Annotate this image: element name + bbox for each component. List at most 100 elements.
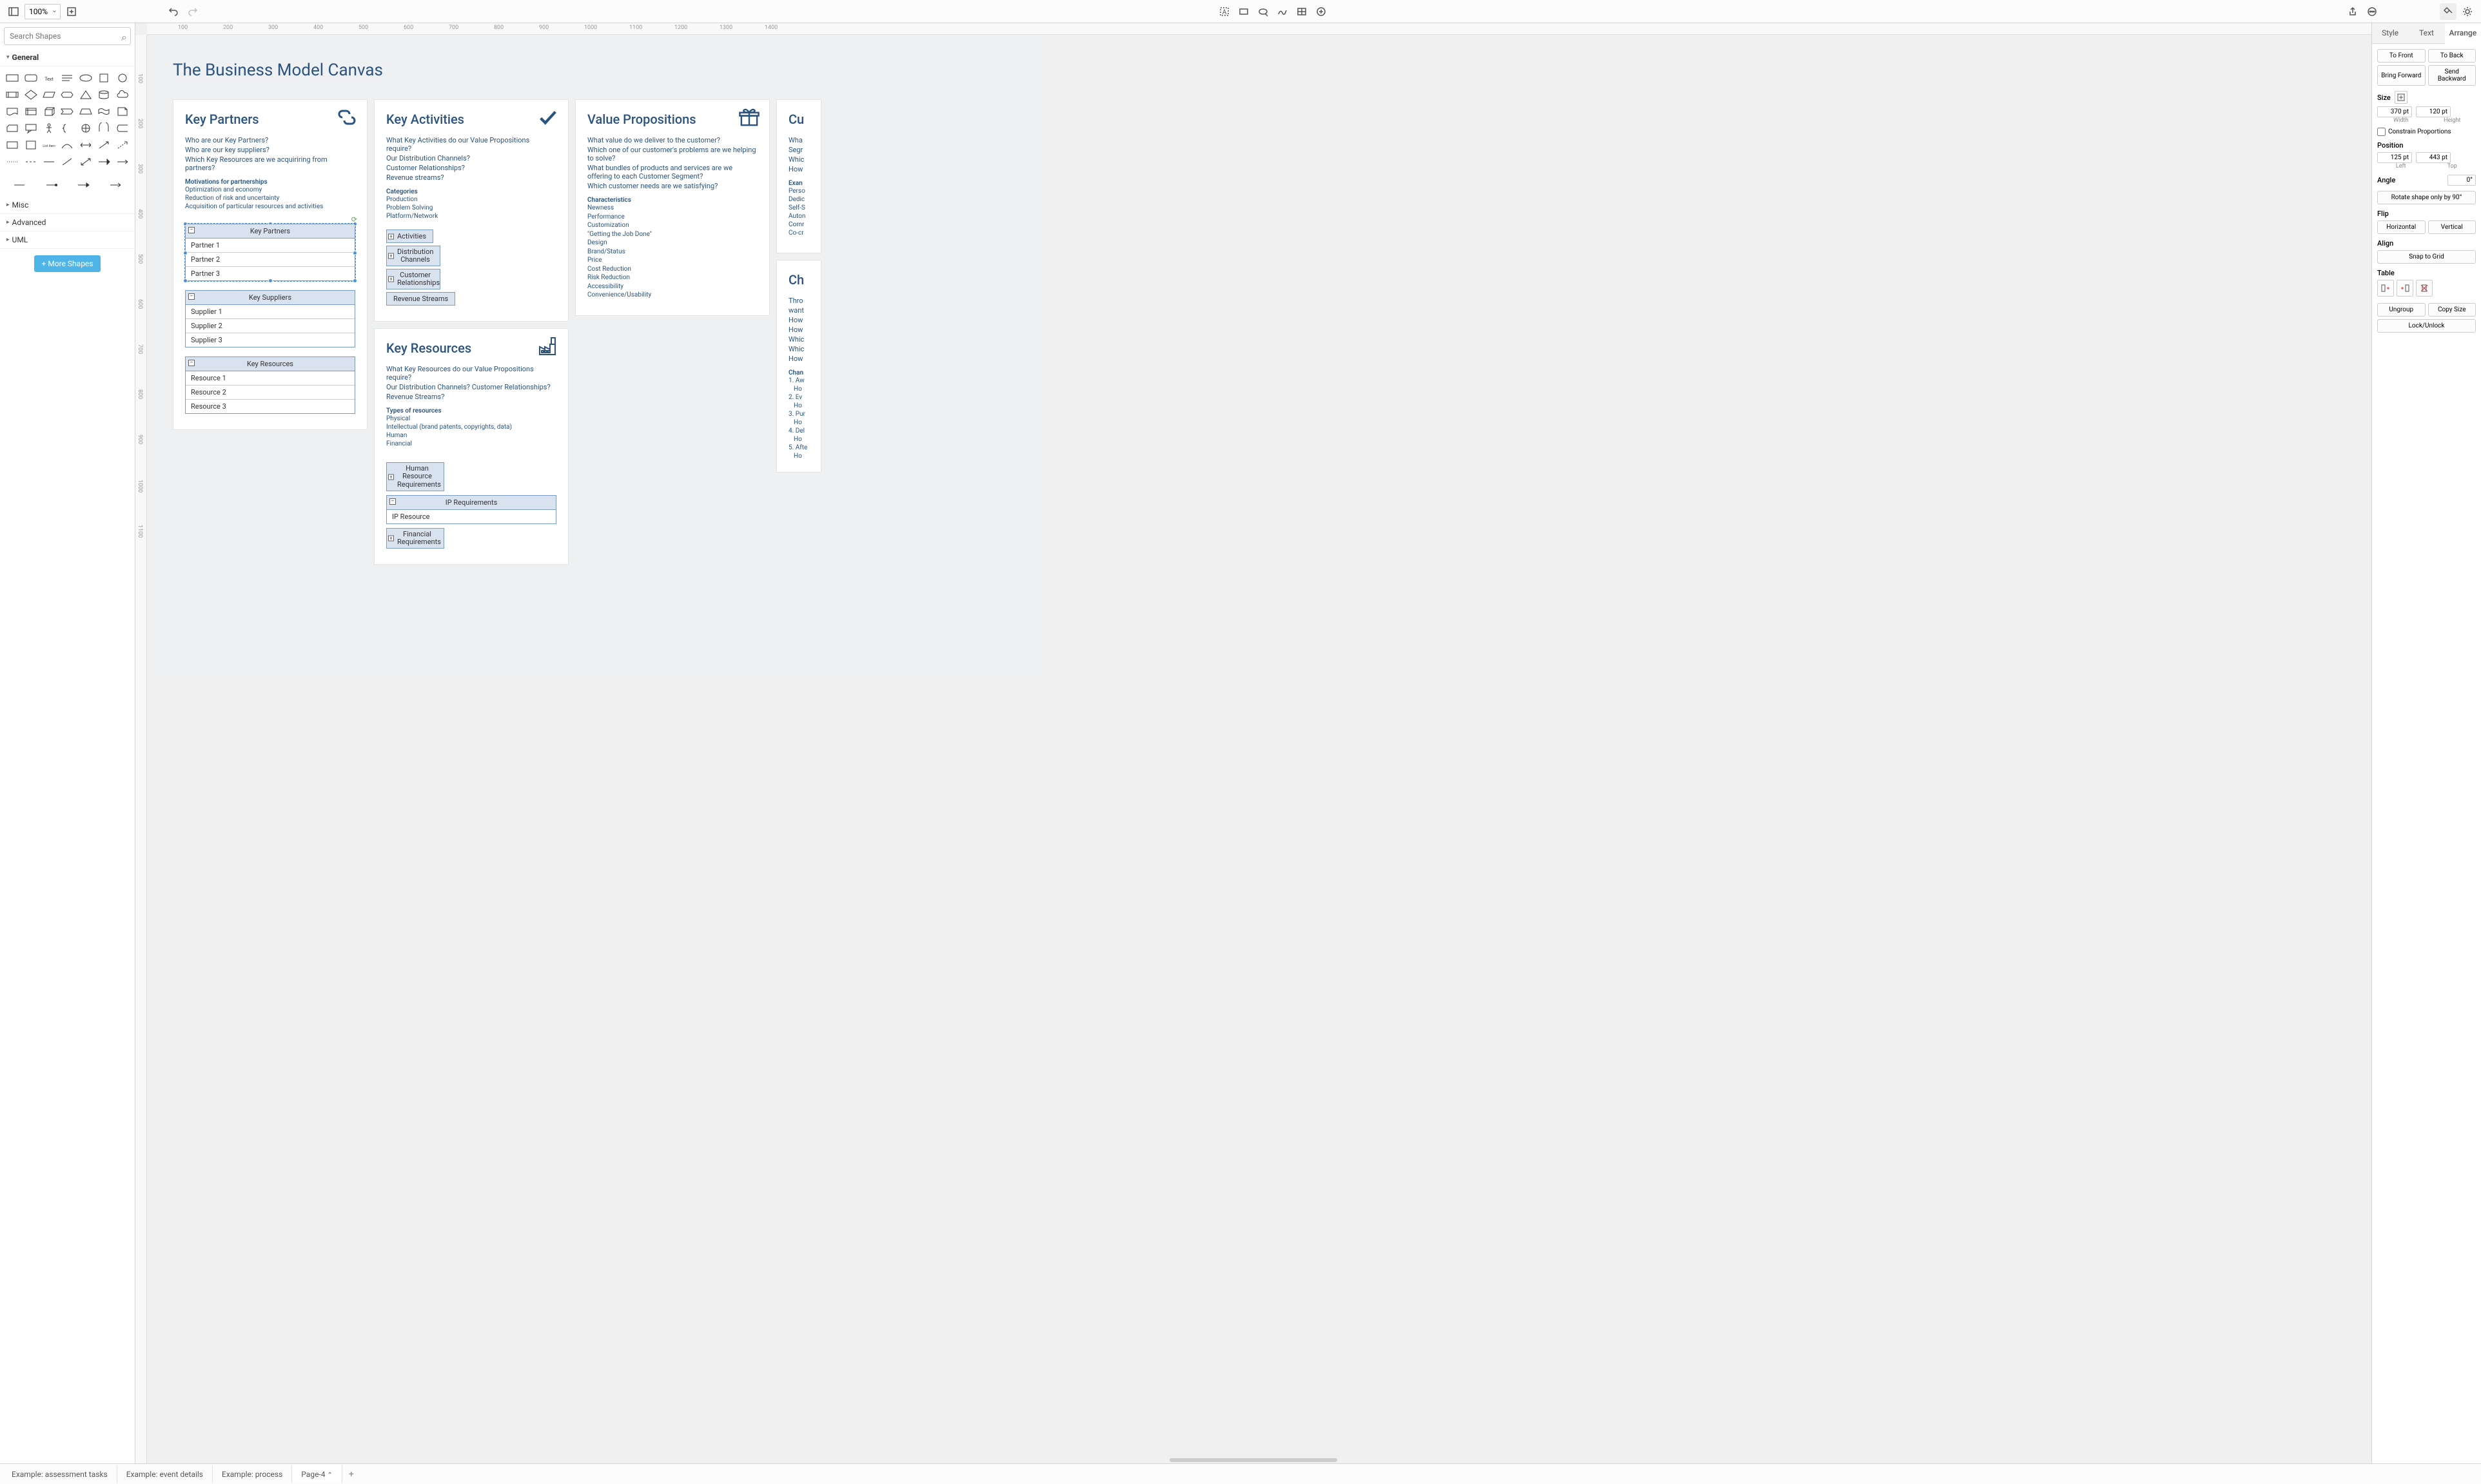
category-advanced[interactable]: ▸Advanced — [0, 214, 135, 231]
shape-biarrow2[interactable] — [77, 154, 94, 170]
rectangle-tool-button[interactable] — [1235, 3, 1252, 20]
table-key-resources[interactable]: −Key Resources Resource 1 Resource 2 Res… — [185, 356, 355, 414]
shape-diamond[interactable] — [22, 87, 39, 103]
shape-cube[interactable] — [41, 104, 57, 119]
tab-arrange[interactable]: Arrange — [2445, 23, 2481, 44]
rotate-90-button[interactable]: Rotate shape only by 90° — [2377, 191, 2476, 204]
shape-dashed-arrow[interactable] — [114, 137, 131, 153]
collapse-icon[interactable]: − — [389, 498, 396, 505]
shape-cloud[interactable] — [114, 87, 131, 103]
tag-relationships[interactable]: +Customer Relationships — [386, 269, 440, 289]
card-key-activities[interactable]: Key Activities What Key Activities do ou… — [374, 99, 569, 322]
shape-edge1[interactable] — [4, 177, 35, 193]
freehand-tool-button[interactable] — [1274, 3, 1291, 20]
add-shape-button[interactable] — [1313, 3, 1329, 20]
shape-line-dotted[interactable] — [4, 154, 21, 170]
collapse-icon[interactable]: − — [188, 293, 195, 300]
card-channels-truncated[interactable]: Ch ThrowantHowHowWhicWhicHow Chan 1. AwH… — [776, 260, 821, 473]
collapse-icon[interactable]: − — [188, 360, 195, 366]
shape-or[interactable] — [77, 121, 94, 136]
zoom-select[interactable]: 100% — [25, 4, 61, 19]
shape-step[interactable] — [59, 104, 75, 119]
tab-text[interactable]: Text — [2408, 23, 2444, 43]
tag-activities[interactable]: +Activities — [386, 229, 433, 243]
category-misc[interactable]: ▸Misc — [0, 197, 135, 214]
delete-column-button[interactable] — [2416, 280, 2433, 297]
tab-style[interactable]: Style — [2372, 23, 2408, 43]
theme-button[interactable] — [2440, 3, 2456, 20]
table-key-partners[interactable]: ⟳ −Key Partners Partner 1 Partner 2 Part… — [185, 224, 355, 281]
horizontal-scrollbar[interactable] — [135, 1457, 2371, 1463]
shape-rect3[interactable] — [22, 137, 39, 153]
shape-rect[interactable] — [4, 70, 21, 86]
collapse-icon[interactable]: − — [188, 227, 195, 233]
shape-hexagon[interactable] — [59, 87, 75, 103]
tag-revenue[interactable]: Revenue Streams — [386, 292, 455, 306]
snap-to-grid-button[interactable]: Snap to Grid — [2377, 250, 2476, 264]
shape-connector[interactable] — [59, 154, 75, 170]
page-tab[interactable]: Example: event details — [117, 1466, 213, 1483]
shape-tape[interactable] — [95, 104, 112, 119]
search-input[interactable] — [4, 27, 131, 45]
table-ip-requirements[interactable]: −IP Requirements IP Resource — [386, 495, 556, 524]
card-value-propositions[interactable]: Value Propositions What value do we deli… — [575, 99, 770, 316]
redo-button[interactable] — [184, 3, 201, 20]
share-button[interactable] — [2344, 3, 2361, 20]
category-uml[interactable]: ▸UML — [0, 231, 135, 249]
shape-rounded-rect[interactable] — [22, 70, 39, 86]
tag-human-resource[interactable]: +Human Resource Requirements — [386, 462, 444, 491]
shape-and[interactable] — [95, 121, 112, 136]
angle-input[interactable] — [2447, 175, 2476, 186]
card-key-partners[interactable]: Key Partners Who are our Key Partners? W… — [173, 99, 368, 430]
zoom-to-fit-button[interactable] — [63, 3, 80, 20]
page-tab[interactable]: Example: process — [213, 1466, 292, 1483]
flip-vertical-button[interactable]: Vertical — [2428, 220, 2476, 234]
page-tab[interactable]: Page-4 ⌃ — [292, 1465, 342, 1483]
shape-parallelogram[interactable] — [41, 87, 57, 103]
shape-textblock[interactable] — [59, 70, 75, 86]
category-general[interactable]: ▾General — [0, 49, 135, 66]
shape-edge3[interactable] — [68, 177, 99, 193]
shape-edge4[interactable] — [100, 177, 131, 193]
tag-financial[interactable]: +Financial Requirements — [386, 528, 444, 549]
shape-line[interactable] — [41, 154, 57, 170]
width-input[interactable] — [2377, 106, 2412, 117]
shape-ellipse[interactable] — [77, 70, 94, 86]
undo-button[interactable] — [165, 3, 182, 20]
shape-square[interactable] — [95, 70, 112, 86]
shape-edge2[interactable] — [36, 177, 67, 193]
shape-trapezoid[interactable] — [77, 104, 94, 119]
shape-rect2[interactable] — [4, 137, 21, 153]
shape-curve[interactable] — [59, 137, 75, 153]
to-front-button[interactable]: To Front — [2377, 49, 2426, 63]
shape-card[interactable] — [4, 121, 21, 136]
top-input[interactable] — [2416, 152, 2451, 163]
card-key-resources[interactable]: Key Resources What Key Resources do our … — [374, 328, 569, 564]
ellipse-tool-button[interactable] — [1255, 3, 1271, 20]
shape-internal-storage[interactable] — [22, 104, 39, 119]
shape-biarrow[interactable] — [77, 137, 94, 153]
shape-label[interactable]: List item — [41, 137, 57, 153]
ungroup-button[interactable]: Ungroup — [2377, 303, 2426, 317]
height-input[interactable] — [2416, 106, 2451, 117]
table-key-suppliers[interactable]: −Key Suppliers Supplier 1 Supplier 2 Sup… — [185, 290, 355, 347]
shape-document[interactable] — [4, 104, 21, 119]
table-tool-button[interactable] — [1293, 3, 1310, 20]
shape-curly[interactable] — [59, 121, 75, 136]
shape-text[interactable]: Text — [41, 70, 57, 86]
constrain-checkbox[interactable]: Constrain Proportions — [2377, 128, 2476, 136]
lock-unlock-button[interactable]: Lock/Unlock — [2377, 319, 2476, 333]
card-customer-segments-truncated[interactable]: Cu WhaSegrWhicHow Exan PersoDedicSelf-SA… — [776, 99, 821, 253]
rotate-handle-icon[interactable]: ⟳ — [351, 215, 357, 224]
text-tool-button[interactable]: A — [1216, 3, 1233, 20]
shape-note[interactable] — [114, 104, 131, 119]
shape-callout[interactable] — [22, 121, 39, 136]
autosize-button[interactable] — [2395, 91, 2407, 104]
canvas[interactable]: The Business Model Canvas Key Partners W… — [147, 35, 1050, 679]
flip-horizontal-button[interactable]: Horizontal — [2377, 220, 2426, 234]
shape-arrow-thin[interactable] — [114, 154, 131, 170]
toggle-sidebar-button[interactable] — [5, 3, 22, 20]
to-back-button[interactable]: To Back — [2428, 49, 2476, 63]
tag-distribution[interactable]: +Distribution Channels — [386, 246, 440, 266]
shape-datastore[interactable] — [114, 121, 131, 136]
